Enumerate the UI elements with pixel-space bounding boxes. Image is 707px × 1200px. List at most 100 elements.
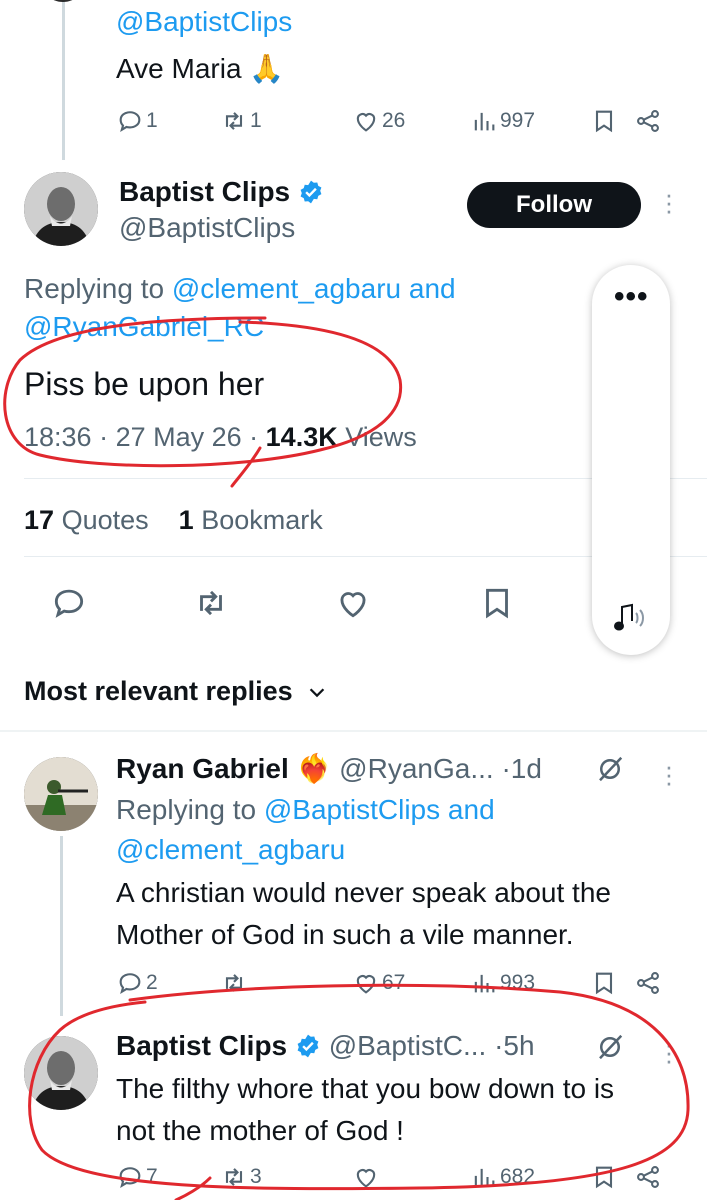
reply-author-handle[interactable]: @RyanGa...: [339, 753, 493, 784]
bookmark-button[interactable]: [590, 107, 634, 135]
tweet-text: Piss be upon her: [24, 366, 265, 402]
reply-count: 1: [146, 109, 158, 132]
share-button[interactable]: [634, 969, 662, 997]
quotes-stat[interactable]: 17 Quotes: [24, 505, 149, 535]
tweet-views-count: 14.3K: [265, 422, 338, 452]
avatar[interactable]: [24, 172, 98, 246]
verified-badge-icon: [300, 180, 322, 204]
replying-to-prefix: Replying to: [116, 794, 257, 825]
mention-clement[interactable]: @clement_agbaru: [172, 273, 401, 304]
retweet-icon[interactable]: [192, 584, 230, 622]
like-button[interactable]: [352, 1163, 470, 1191]
like-count: 26: [382, 109, 406, 132]
reply-header: Ryan Gabriel ❤️‍🔥 @RyanGa... ·1d: [116, 753, 542, 784]
bookmarks-stat[interactable]: 1 Bookmark: [179, 505, 323, 535]
more-options-icon[interactable]: · · ·: [662, 753, 676, 795]
replies-sort-label: Most relevant replies: [24, 676, 293, 706]
heart-on-fire-emoji: ❤️‍🔥: [296, 753, 332, 784]
divider: [0, 730, 707, 732]
retweet-button[interactable]: 3: [220, 1163, 352, 1191]
bookmark-icon: [595, 1166, 613, 1189]
reply-text-line1: The filthy whore that you bow down to is: [116, 1073, 615, 1104]
bookmark-button[interactable]: [590, 1163, 634, 1191]
tweet-meta: 18:36 · 27 May 26 · 14.3K Views: [24, 422, 417, 452]
more-options-icon[interactable]: · · ·: [662, 1031, 676, 1073]
author-handle[interactable]: @BaptistClips: [119, 212, 295, 244]
reply-author-handle[interactable]: @BaptistC...: [329, 1030, 487, 1061]
like-button[interactable]: 67: [352, 969, 470, 997]
grok-icon[interactable]: [595, 1032, 625, 1062]
reply-button[interactable]: 7: [116, 1163, 220, 1191]
mention-baptistclips[interactable]: @BaptistClips: [264, 794, 440, 825]
share-button[interactable]: [634, 1163, 662, 1191]
prev-tweet-text: Ave Maria 🙏: [116, 53, 285, 84]
share-button[interactable]: [634, 107, 662, 135]
retweet-count: 1: [250, 109, 262, 132]
retweet-button[interactable]: [220, 969, 352, 997]
reply-actions: 2 67 993: [116, 968, 671, 998]
retweet-count: 3: [250, 1165, 262, 1188]
retweet-icon: [225, 974, 243, 992]
prev-tweet-handle[interactable]: @BaptistClips: [116, 6, 292, 38]
heart-icon: [356, 975, 376, 994]
views-count: 682: [500, 1165, 536, 1188]
views-button[interactable]: 993: [470, 969, 590, 997]
mention-ryan[interactable]: @RyanGabriel_RC: [24, 311, 264, 342]
bookmark-icon[interactable]: [478, 584, 516, 622]
replies-sort[interactable]: Most relevant replies: [24, 676, 328, 707]
mention-clement[interactable]: @clement_agbaru: [116, 834, 345, 865]
reply-text: A christian would never speak about the …: [116, 872, 611, 956]
bookmark-button[interactable]: [590, 969, 634, 997]
reply-author-name[interactable]: Ryan Gabriel: [116, 753, 289, 784]
bookmarks-label: Bookmark: [201, 505, 323, 535]
views-button[interactable]: 997: [470, 107, 590, 135]
views-icon: [474, 112, 495, 131]
reply-text: The filthy whore that you bow down to is…: [116, 1068, 614, 1152]
heart-icon: [356, 1169, 376, 1188]
views-count: 993: [500, 971, 536, 994]
heart-icon: [356, 113, 376, 132]
reply-count: 7: [146, 1165, 158, 1188]
share-icon: [637, 972, 659, 994]
thread-line: [62, 0, 65, 160]
reply-button[interactable]: 2: [116, 969, 220, 997]
avatar[interactable]: [40, 0, 86, 2]
chevron-down-icon: [309, 688, 325, 698]
reply-text-line1: A christian would never speak about the: [116, 877, 611, 908]
reply-actions: 7 3 682: [116, 1162, 671, 1192]
avatar[interactable]: [24, 1036, 98, 1110]
bookmarks-count: 1: [178, 505, 194, 535]
tweet-time[interactable]: 18:36: [24, 422, 92, 452]
reply-icon: [119, 973, 141, 995]
reply-icon[interactable]: [50, 584, 88, 622]
reply-text-line2: not the mother of God !: [116, 1115, 404, 1146]
retweet-icon: [225, 112, 243, 130]
tweet-date[interactable]: 27 May 26: [116, 422, 242, 452]
audio-speaker-icon[interactable]: [608, 599, 652, 639]
like-button[interactable]: 26: [352, 107, 470, 135]
reply-author-name[interactable]: Baptist Clips: [116, 1030, 287, 1061]
views-icon: [474, 974, 495, 993]
views-icon: [474, 1168, 495, 1187]
reply-time[interactable]: 1d: [511, 753, 542, 784]
audio-control-pill[interactable]: •••: [592, 265, 670, 655]
avatar[interactable]: [24, 757, 98, 831]
views-button[interactable]: 682: [470, 1163, 590, 1191]
like-count: 67: [382, 971, 406, 994]
retweet-button[interactable]: 1: [220, 107, 352, 135]
reply-icon: [119, 111, 141, 133]
heart-icon[interactable]: [334, 584, 372, 622]
more-options-icon[interactable]: · · ·: [662, 181, 676, 223]
reply-time[interactable]: 5h: [503, 1030, 534, 1061]
reply-count: 2: [146, 971, 158, 994]
thread-line: [60, 836, 63, 1016]
reply-button[interactable]: 1: [116, 107, 220, 135]
author-name[interactable]: Baptist Clips: [119, 176, 324, 208]
grok-icon[interactable]: [595, 754, 625, 784]
more-options-icon[interactable]: •••: [614, 282, 649, 312]
share-icon: [637, 1166, 659, 1188]
reply-text-line2: Mother of God in such a vile manner.: [116, 919, 574, 950]
follow-button[interactable]: Follow: [467, 182, 641, 228]
reply-replying-to: Replying to @BaptistClips and @clement_a…: [116, 790, 495, 870]
reply-icon: [119, 1167, 141, 1189]
